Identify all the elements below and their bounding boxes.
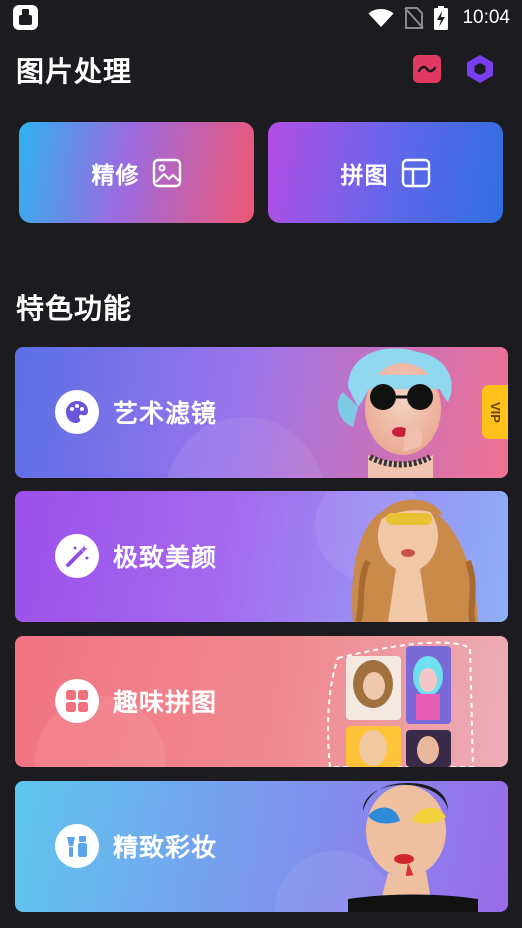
wifi-icon	[368, 9, 394, 27]
no-sim-icon	[404, 7, 425, 29]
section-title: 特色功能	[16, 292, 133, 325]
feature-label-beauty: 极致美颜	[113, 543, 218, 572]
collage-button[interactable]: 拼图	[268, 122, 503, 223]
gallery-icon	[413, 55, 441, 83]
gallery-button[interactable]	[412, 54, 442, 84]
status-time: 10:04	[462, 7, 510, 28]
grid-icon	[55, 679, 99, 723]
palette-icon	[55, 390, 99, 434]
feature-label-makeup: 精致彩妆	[113, 833, 218, 862]
collage-label: 拼图	[340, 162, 389, 189]
layout-icon	[401, 158, 430, 187]
feature-card-fun-collage[interactable]: 趣味拼图	[15, 636, 508, 767]
feature-photo-makeup	[348, 783, 478, 912]
retouch-label: 精修	[91, 162, 140, 189]
vip-badge: VIP	[482, 385, 508, 439]
makeup-brush-icon	[55, 824, 99, 868]
feature-card-art-filter[interactable]: 艺术滤镜 VIP	[15, 347, 508, 478]
feature-photo-art-filter	[337, 348, 452, 478]
magic-wand-icon	[55, 534, 99, 578]
feature-label-fun-collage: 趣味拼图	[113, 688, 218, 717]
feature-photo-fun-collage	[327, 641, 475, 767]
feature-card-makeup[interactable]: 精致彩妆	[15, 781, 508, 912]
feature-label-art-filter: 艺术滤镜	[113, 399, 218, 428]
settings-hexagon-icon	[467, 55, 493, 83]
image-icon	[152, 158, 181, 187]
settings-button[interactable]	[465, 54, 495, 84]
status-icons: 10:04	[368, 4, 510, 32]
page-title: 图片处理	[16, 55, 133, 88]
feature-photo-beauty	[352, 499, 478, 622]
app-notification-icon	[13, 5, 38, 30]
retouch-button[interactable]: 精修	[19, 122, 254, 223]
feature-card-beauty[interactable]: 极致美颜	[15, 491, 508, 622]
battery-charging-icon	[434, 6, 449, 30]
status-bar: 10:04	[0, 0, 522, 36]
